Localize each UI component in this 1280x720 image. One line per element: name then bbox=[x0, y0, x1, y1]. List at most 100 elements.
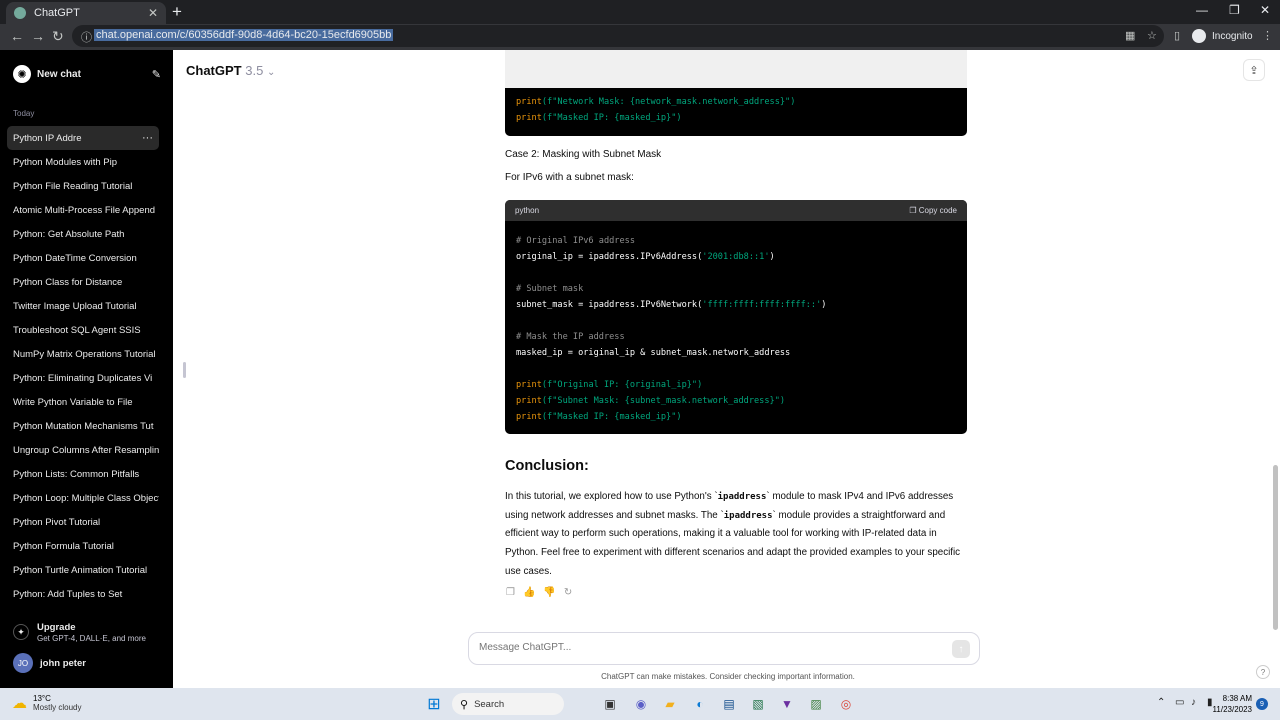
chat-item[interactable]: Ungroup Columns After Resampling bbox=[7, 438, 159, 462]
upgrade-subtitle: Get GPT-4, DALL·E, and more bbox=[37, 634, 146, 643]
model-selector[interactable]: ChatGPT 3.5 ⌄ bbox=[186, 63, 275, 78]
clock[interactable]: 8:38 AM 11/23/2023 bbox=[1206, 693, 1252, 715]
app-icon[interactable]: ▨ bbox=[806, 694, 826, 714]
chat-item[interactable]: Python DateTime Conversion bbox=[7, 246, 159, 270]
browser-toolbar: ← → ↻ ⓘ chat.openai.com/c/60356ddf-90d8-… bbox=[0, 24, 1280, 50]
user-menu[interactable]: JO john peter bbox=[13, 653, 86, 673]
code-token: original_ip = ipaddress.IPv6Address( bbox=[516, 252, 703, 262]
upgrade-button[interactable]: ✦ Upgrade Get GPT-4, DALL·E, and more bbox=[13, 622, 146, 643]
code-token: print bbox=[516, 113, 542, 123]
inline-code: ipaddress bbox=[723, 510, 773, 521]
chevron-up-icon[interactable]: ⌃ bbox=[1157, 697, 1165, 708]
code-block-header: python ❐ Copy code bbox=[505, 200, 967, 221]
sidepanel-icon[interactable]: ▯ bbox=[1174, 29, 1180, 42]
chat-item-label: NumPy Matrix Operations Tutorial bbox=[13, 348, 156, 360]
chat-item[interactable]: Python File Reading Tutorial bbox=[7, 174, 159, 198]
edit-icon[interactable]: ✎ bbox=[152, 68, 161, 81]
site-info-icon[interactable]: ⓘ bbox=[81, 29, 92, 45]
chat-item-label: Python Turtle Animation Tutorial bbox=[13, 564, 148, 576]
excel-icon[interactable]: ▧ bbox=[748, 694, 768, 714]
chat-item-label: Python DateTime Conversion bbox=[13, 252, 137, 264]
app-icon[interactable]: ▼ bbox=[777, 694, 797, 714]
tab-close-icon[interactable]: ✕ bbox=[148, 6, 158, 20]
chat-item-label: Twitter Image Upload Tutorial bbox=[13, 300, 137, 312]
chrome-icon[interactable]: ◎ bbox=[836, 694, 856, 714]
sidebar-collapse-handle[interactable] bbox=[183, 362, 186, 378]
chat-app-icon[interactable]: ◉ bbox=[631, 694, 651, 714]
chat-item[interactable]: Python: Eliminating Duplicates Vi bbox=[7, 366, 159, 390]
thumbs-down-icon[interactable]: 👎 bbox=[543, 587, 555, 598]
openai-logo-icon: ✺ bbox=[13, 65, 31, 83]
more-options-icon[interactable]: ··· bbox=[142, 132, 153, 144]
scrollbar-thumb[interactable] bbox=[1273, 465, 1278, 630]
task-view-icon[interactable]: ▣ bbox=[600, 694, 620, 714]
message-input[interactable] bbox=[479, 642, 919, 653]
code-line: print(f"Original IP: {original_ip}") bbox=[516, 377, 956, 393]
regenerate-icon[interactable]: ↻ bbox=[564, 587, 572, 598]
store-icon[interactable]: ▤ bbox=[719, 694, 739, 714]
code-line: original_ip = ipaddress.IPv6Address('200… bbox=[516, 249, 956, 265]
share-icon: ⇪ bbox=[1249, 64, 1259, 77]
new-tab-icon[interactable]: + bbox=[172, 2, 182, 22]
bookmark-star-icon[interactable]: ☆ bbox=[1147, 29, 1157, 42]
chat-item[interactable]: Python Class for Distance bbox=[7, 270, 159, 294]
chat-item[interactable]: Python Lists: Common Pitfalls bbox=[7, 462, 159, 486]
case2-heading: Case 2: Masking with Subnet Mask bbox=[505, 149, 662, 160]
code-token: (f"Network Mask: {network_mask.network_a… bbox=[541, 97, 796, 107]
windows-start-icon[interactable]: ⊞ bbox=[424, 694, 444, 714]
chat-item[interactable]: NumPy Matrix Operations Tutorial bbox=[7, 342, 159, 366]
search-icon: ⚲ bbox=[460, 698, 469, 711]
chat-item[interactable]: Python Modules with Pip bbox=[7, 150, 159, 174]
chat-item[interactable]: Python Turtle Animation Tutorial bbox=[7, 558, 159, 582]
notification-badge[interactable]: 9 bbox=[1256, 698, 1268, 710]
address-bar[interactable]: ⓘ chat.openai.com/c/60356ddf-90d8-4d64-b… bbox=[72, 25, 1164, 47]
thumbs-up-icon[interactable]: 👍 bbox=[523, 587, 535, 598]
window-close-icon[interactable]: ✕ bbox=[1260, 3, 1270, 17]
chat-item[interactable]: Python Pivot Tutorial bbox=[7, 510, 159, 534]
model-version: 3.5 bbox=[245, 63, 264, 78]
chat-item[interactable]: Python: Add Tuples to Set bbox=[7, 582, 159, 606]
chat-item[interactable]: Python IP Addre ··· bbox=[7, 126, 159, 150]
forward-icon[interactable]: → bbox=[31, 28, 45, 44]
chat-item[interactable]: Twitter Image Upload Tutorial bbox=[7, 294, 159, 318]
new-chat-button[interactable]: ✺ New chat ✎ bbox=[13, 65, 161, 83]
incognito-indicator[interactable]: Incognito bbox=[1192, 29, 1253, 43]
chat-item[interactable]: Python Formula Tutorial bbox=[7, 534, 159, 558]
taskbar-search[interactable]: ⚲ Search bbox=[452, 693, 564, 715]
copy-icon[interactable]: ❐ bbox=[506, 587, 515, 598]
minimize-icon[interactable]: — bbox=[1196, 3, 1208, 17]
code-line: # Subnet mask bbox=[516, 284, 584, 294]
file-explorer-icon[interactable]: ▰ bbox=[660, 694, 680, 714]
code-token: 'ffff:ffff:ffff:ffff::' bbox=[702, 300, 822, 310]
chat-item-label: Write Python Variable to File bbox=[13, 396, 133, 408]
model-name: ChatGPT bbox=[186, 63, 242, 78]
weather-widget[interactable]: ☁ 13°C Mostly cloudy bbox=[12, 694, 81, 712]
volume-icon[interactable]: ♪ bbox=[1191, 697, 1196, 708]
browser-menu-icon[interactable]: ⋮ bbox=[1262, 29, 1273, 42]
edge-icon[interactable]: ◐ bbox=[690, 694, 710, 714]
share-button[interactable]: ⇪ bbox=[1243, 59, 1265, 81]
back-icon[interactable]: ← bbox=[10, 28, 24, 44]
message-composer: ↑ bbox=[468, 632, 980, 665]
send-button[interactable]: ↑ bbox=[952, 640, 970, 658]
chat-item[interactable]: Troubleshoot SQL Agent SSIS bbox=[7, 318, 159, 342]
chat-item[interactable]: Atomic Multi-Process File Append bbox=[7, 198, 159, 222]
chat-item[interactable]: Python: Get Absolute Path bbox=[7, 222, 159, 246]
browser-tab[interactable]: ChatGPT ✕ bbox=[6, 2, 166, 24]
chat-item[interactable]: Python Mutation Mechanisms Tut bbox=[7, 414, 159, 438]
chat-item[interactable]: Python Loop: Multiple Class Objects bbox=[7, 486, 159, 510]
weather-temp: 13°C bbox=[33, 694, 51, 703]
chat-item[interactable]: Write Python Variable to File bbox=[7, 390, 159, 414]
url-text[interactable]: chat.openai.com/c/60356ddf-90d8-4d64-bc2… bbox=[94, 29, 394, 41]
user-name: john peter bbox=[40, 657, 86, 669]
code-token: print bbox=[516, 396, 542, 406]
reload-icon[interactable]: ↻ bbox=[52, 28, 64, 45]
restore-icon[interactable]: ❐ bbox=[1229, 3, 1240, 17]
chevron-down-icon: ⌄ bbox=[266, 67, 276, 78]
help-button[interactable]: ? bbox=[1256, 665, 1270, 679]
network-icon[interactable]: ▭ bbox=[1175, 697, 1184, 708]
qr-icon[interactable]: ▦ bbox=[1125, 29, 1135, 42]
copy-code-button[interactable]: ❐ Copy code bbox=[909, 206, 957, 215]
chat-item-label: Python Class for Distance bbox=[13, 276, 123, 288]
